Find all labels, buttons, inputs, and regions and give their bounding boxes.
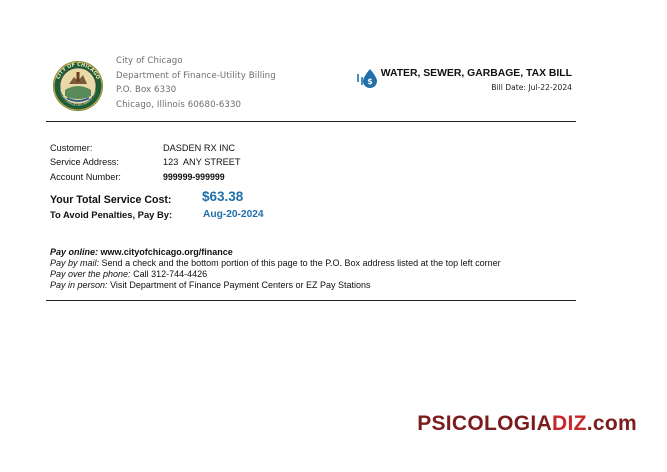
bill-title: WATER, SEWER, GARBAGE, TAX BILL xyxy=(380,68,572,79)
watermark-logo: PSICOLOGIADIZ.com xyxy=(417,412,637,436)
service-address-label: Service Address: xyxy=(50,157,119,167)
header-divider xyxy=(46,121,576,122)
water-drop-dollar-icon: $ xyxy=(357,69,377,88)
watermark-part-3: .com xyxy=(586,412,637,435)
issuer-po-box: P.O. Box 6330 xyxy=(116,85,177,95)
bill-date-value: Jul-22-2024 xyxy=(528,83,572,92)
watermark-part-1: PSICOLOGIA xyxy=(417,412,553,435)
watermark-part-2: DIZ xyxy=(552,412,587,435)
service-address-value: 123 ANY STREET xyxy=(163,157,241,167)
issuer-address-block: City of Chicago Department of Finance-Ut… xyxy=(116,54,276,112)
pay-by-phone-line: Pay over the phone: Call 312-744-4426 xyxy=(50,269,207,279)
pay-by-mail-line: Pay by mail: Send a check and the bottom… xyxy=(50,258,501,268)
city-seal-logo: CITY OF CHICAGO INCORPORATED 4th MARCH 1… xyxy=(53,61,103,111)
total-cost-label: Your Total Service Cost: xyxy=(50,194,172,206)
due-date-label: To Avoid Penalties, Pay By: xyxy=(50,209,173,220)
pay-by-mail-label: Pay by mail: xyxy=(50,258,100,268)
pay-in-person-label: Pay in person: xyxy=(50,280,108,290)
bill-date: Bill Date: Jul-22-2024 xyxy=(491,83,572,92)
customer-value: DASDEN RX INC xyxy=(163,143,235,153)
service-address-row: Service Address: 123 ANY STREET xyxy=(50,157,240,167)
pay-online-label: Pay online: xyxy=(50,247,99,257)
customer-label: Customer: xyxy=(50,143,93,153)
bill-date-label: Bill Date: xyxy=(491,83,526,92)
pay-in-person-line: Pay in person: Visit Department of Finan… xyxy=(50,280,371,290)
pay-by-phone-label: Pay over the phone: xyxy=(50,269,131,279)
pay-in-person-text: Visit Department of Finance Payment Cent… xyxy=(110,280,371,290)
issuer-city: City of Chicago xyxy=(116,56,183,66)
issuer-department: Department of Finance-Utility Billing xyxy=(116,70,276,81)
issuer-city-state-zip: Chicago, Illinois 60680-6330 xyxy=(116,99,242,110)
account-number-label: Account Number: xyxy=(50,172,121,182)
footer-divider xyxy=(46,300,576,301)
svg-text:$: $ xyxy=(367,77,373,86)
account-number-value: 999999-999999 xyxy=(163,172,225,182)
pay-by-phone-text: Call 312-744-4426 xyxy=(133,269,208,279)
account-number-row: Account Number: 999999-999999 xyxy=(50,172,225,182)
customer-row: Customer: DASDEN RX INC xyxy=(50,143,235,153)
due-date-value: Aug-20-2024 xyxy=(203,209,264,220)
pay-online-line: Pay online: www.cityofchicago.org/financ… xyxy=(50,247,233,257)
pay-by-mail-text: Send a check and the bottom portion of t… xyxy=(101,258,501,268)
pay-online-link[interactable]: www.cityofchicago.org/finance xyxy=(101,247,233,257)
total-cost-value: $63.38 xyxy=(202,189,244,204)
